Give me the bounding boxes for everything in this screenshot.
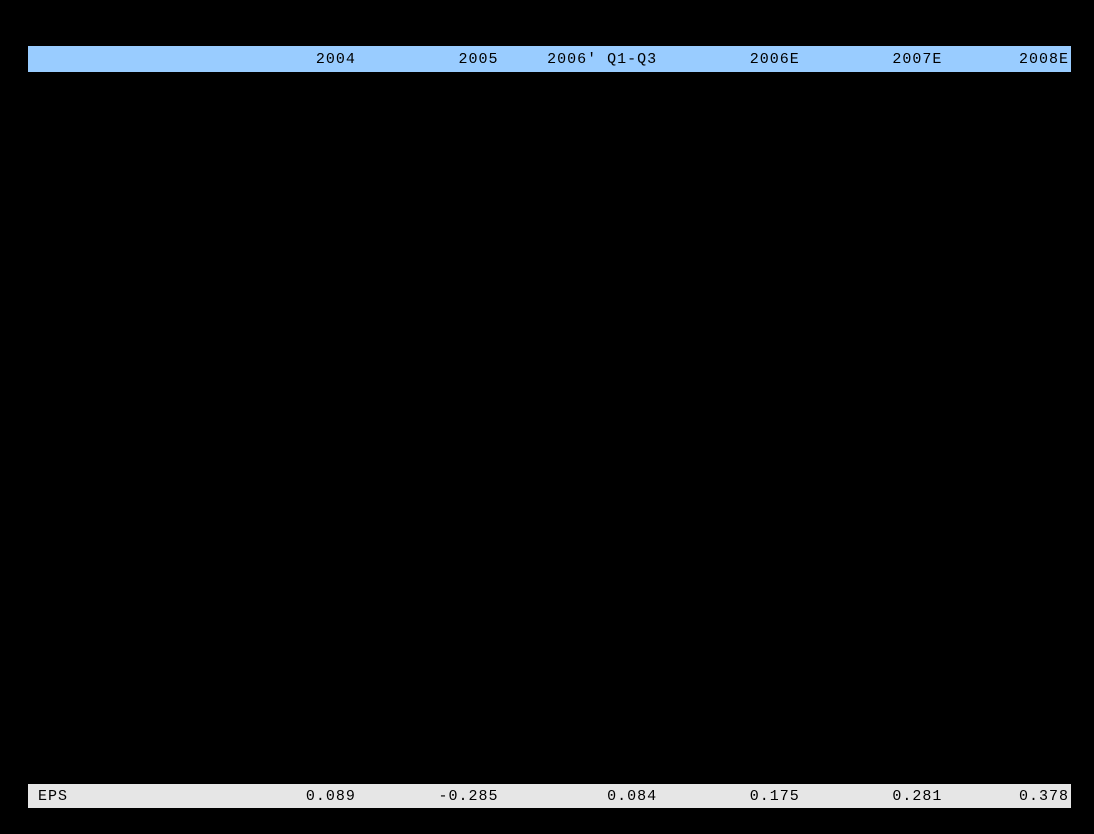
- header-cell-2008e: 2008E: [952, 51, 1071, 68]
- row-label-eps: EPS: [28, 788, 223, 805]
- header-cell-2006q: 2006' Q1-Q3: [509, 51, 668, 68]
- cell-eps-2007e: 0.281: [810, 788, 953, 805]
- table-header-row: 2004 2005 2006' Q1-Q3 2006E 2007E 2008E: [28, 45, 1071, 73]
- header-cell-2004: 2004: [223, 51, 366, 68]
- cell-eps-2006q: 0.084: [509, 788, 668, 805]
- header-cell-2006e: 2006E: [667, 51, 810, 68]
- cell-eps-2005: -0.285: [366, 788, 509, 805]
- header-cell-2007e: 2007E: [810, 51, 953, 68]
- header-cell-2005: 2005: [366, 51, 509, 68]
- cell-eps-2008e: 0.378: [952, 788, 1071, 805]
- page-container: 2004 2005 2006' Q1-Q3 2006E 2007E 2008E …: [0, 0, 1094, 834]
- cell-eps-2006e: 0.175: [667, 788, 810, 805]
- table-row: EPS 0.089 -0.285 0.084 0.175 0.281 0.378: [28, 784, 1071, 809]
- cell-eps-2004: 0.089: [223, 788, 366, 805]
